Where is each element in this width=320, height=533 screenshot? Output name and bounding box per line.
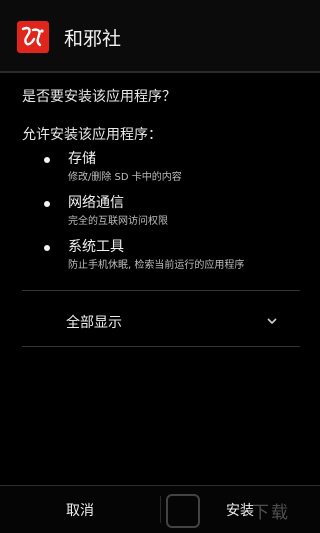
cancel-button[interactable]: 取消 xyxy=(0,486,160,533)
bullet-icon xyxy=(44,201,50,207)
chevron-down-icon xyxy=(267,318,277,325)
show-all-row[interactable]: 全部显示 xyxy=(20,300,302,344)
permission-description: 修改/删除 SD 卡中的内容 xyxy=(68,172,182,183)
show-all-label: 全部显示 xyxy=(66,315,122,331)
app-title: 和邪社 xyxy=(64,28,122,50)
watermark-logo-icon xyxy=(166,494,200,528)
title-bar: 和邪社 xyxy=(0,0,320,73)
section-divider xyxy=(22,290,300,291)
permissions-heading: 允许安装该应用程序： xyxy=(22,127,162,143)
bullet-icon xyxy=(44,157,50,163)
app-logo-icon xyxy=(17,21,49,53)
watermark: 下载 xyxy=(166,492,316,528)
permission-description: 防止手机休眠, 检索当前运行的应用程序 xyxy=(68,260,245,271)
bullet-icon xyxy=(44,245,50,251)
title-divider xyxy=(0,71,320,73)
permission-title: 网络通信 xyxy=(68,195,124,211)
permission-title: 存储 xyxy=(68,151,96,167)
section-divider xyxy=(22,346,300,347)
permission-title: 系统工具 xyxy=(68,239,124,255)
install-question: 是否要安装该应用程序？ xyxy=(22,89,176,105)
permission-description: 完全的互联网访问权限 xyxy=(68,216,168,227)
watermark-text: 下载 xyxy=(252,503,290,523)
